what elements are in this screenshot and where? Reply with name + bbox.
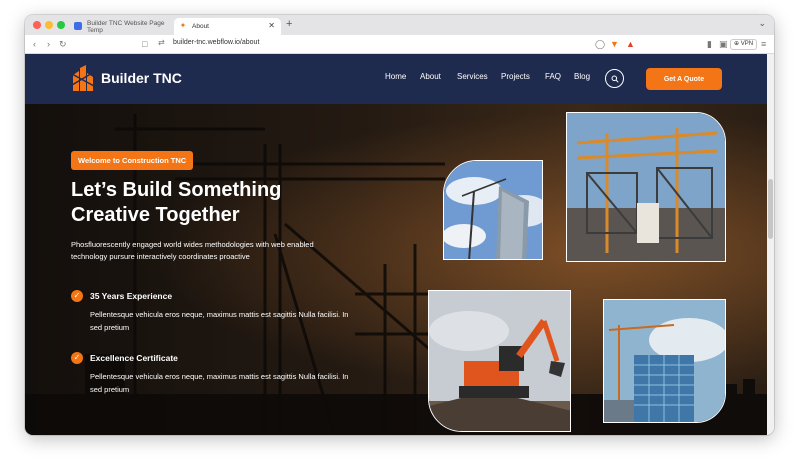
wallet-icon[interactable]: ▣ bbox=[719, 38, 728, 50]
bookmark-icon[interactable]: □ bbox=[142, 38, 147, 50]
hero-section: Welcome to Construction TNC Let’s Build … bbox=[25, 104, 767, 435]
glass-building-photo bbox=[603, 299, 726, 423]
menu-icon[interactable]: ≡ bbox=[761, 38, 766, 50]
vpn-button[interactable]: ⊕ VPN bbox=[730, 39, 758, 50]
address-bar[interactable]: builder-tnc.webflow.io/about bbox=[173, 39, 259, 46]
close-icon[interactable]: ✕ bbox=[268, 21, 275, 30]
logo-icon[interactable] bbox=[70, 65, 96, 93]
get-a-quote-button[interactable]: Get A Quote bbox=[646, 68, 722, 90]
back-icon[interactable]: ‹ bbox=[33, 38, 36, 50]
logo-text[interactable]: Builder TNC bbox=[101, 70, 182, 86]
shield-icon[interactable]: ▼ bbox=[610, 38, 619, 50]
hero-subtitle: Phosfluorescently engaged world wides me… bbox=[71, 240, 314, 261]
browser-window: Builder TNC Website Page Temp ✦ About ✕ … bbox=[25, 15, 774, 435]
nav-faq[interactable]: FAQ bbox=[545, 72, 561, 81]
tab-title: About bbox=[192, 23, 209, 30]
nav-blog[interactable]: Blog bbox=[574, 72, 590, 81]
close-window-button[interactable] bbox=[33, 21, 41, 29]
scrollbar-thumb[interactable] bbox=[768, 179, 773, 239]
webflow-icon bbox=[74, 22, 82, 30]
excavator-photo bbox=[428, 290, 571, 432]
page-scrollbar[interactable] bbox=[767, 54, 774, 435]
forward-icon[interactable]: › bbox=[47, 38, 50, 50]
site-settings-icon[interactable]: ⇄ bbox=[158, 38, 165, 47]
hero-title-line1: Let’s Build Something bbox=[71, 179, 282, 201]
welcome-badge: Welcome to Construction TNC bbox=[71, 151, 194, 170]
minimize-window-button[interactable] bbox=[45, 21, 53, 29]
plus-icon[interactable]: + bbox=[286, 18, 292, 30]
nav-about[interactable]: About bbox=[420, 72, 441, 81]
tab-title: Builder TNC Website Page Temp bbox=[87, 19, 165, 34]
check-icon: ✓ bbox=[71, 352, 83, 364]
reload-icon[interactable]: ↻ bbox=[59, 38, 67, 50]
tower-crane-photo bbox=[443, 160, 543, 260]
hero-title-line2: Creative Together bbox=[71, 204, 240, 226]
share-icon[interactable]: ◯ bbox=[595, 38, 605, 50]
tab-builder-template[interactable]: Builder TNC Website Page Temp bbox=[69, 18, 172, 35]
nav-projects[interactable]: Projects bbox=[501, 72, 530, 81]
feature-title: Excellence Certificate bbox=[90, 353, 178, 363]
vpn-label: VPN bbox=[740, 41, 754, 47]
search-icon bbox=[611, 75, 619, 83]
nav-home[interactable]: Home bbox=[385, 72, 406, 81]
tab-strip: Builder TNC Website Page Temp ✦ About ✕ … bbox=[25, 15, 774, 35]
browser-toolbar: ‹ › ↻ □ ⇄ builder-tnc.webflow.io/about ◯… bbox=[25, 35, 774, 54]
hero-title: Let’s Build Something Creative Together bbox=[71, 178, 371, 228]
web-page: Builder TNC Home About Services Projects… bbox=[25, 54, 767, 435]
chevron-down-icon[interactable]: ⌄ bbox=[758, 18, 766, 29]
feature-text: Pellentesque vehicula eros neque, maximu… bbox=[90, 372, 349, 394]
feature-title: 35 Years Experience bbox=[90, 291, 173, 301]
feature-text: Pellentesque vehicula eros neque, maximu… bbox=[90, 310, 349, 332]
site-favicon-icon: ✦ bbox=[179, 21, 187, 30]
industrial-cranes-photo bbox=[566, 112, 726, 262]
nav-services[interactable]: Services bbox=[457, 72, 488, 81]
rewards-icon[interactable]: ▲ bbox=[626, 38, 635, 50]
check-icon: ✓ bbox=[71, 290, 83, 302]
site-header: Builder TNC Home About Services Projects… bbox=[25, 54, 767, 104]
sidebar-icon[interactable]: ▮ bbox=[707, 38, 712, 50]
tab-about[interactable]: ✦ About ✕ bbox=[174, 18, 281, 35]
search-button[interactable] bbox=[605, 69, 624, 88]
maximize-window-button[interactable] bbox=[57, 21, 65, 29]
